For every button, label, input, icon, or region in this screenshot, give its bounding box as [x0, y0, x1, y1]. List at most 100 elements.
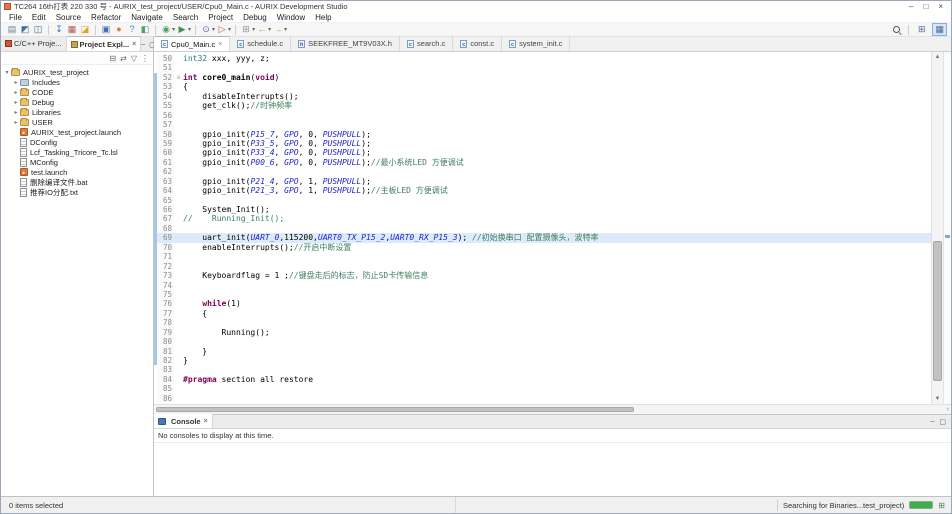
code-line-60[interactable]: 60 gpio_init(P33_4, GPO, 0, PUSHPULL);	[154, 148, 931, 157]
line-number[interactable]: 65	[157, 196, 174, 205]
menu-navigate[interactable]: Navigate	[127, 13, 167, 22]
code-line-86[interactable]: 86	[154, 394, 931, 403]
chevron-right-icon[interactable]: ▸	[12, 109, 20, 116]
fold-collapse-icon[interactable]: ⊖	[174, 73, 183, 82]
code-line-59[interactable]: 59 gpio_init(P33_5, GPO, 0, PUSHPULL);	[154, 139, 931, 148]
menu-file[interactable]: File	[5, 13, 26, 22]
scroll-up-icon[interactable]: ▲	[935, 52, 941, 62]
line-number[interactable]: 54	[157, 92, 174, 101]
new-file-icon[interactable]: ▤	[6, 24, 18, 35]
line-number[interactable]: 70	[157, 243, 174, 252]
debug-dropdown-icon[interactable]: ▾	[172, 26, 175, 33]
close-icon[interactable]: ×	[204, 418, 208, 425]
code-line-79[interactable]: 79 Running();	[154, 328, 931, 337]
menu-source[interactable]: Source	[52, 13, 85, 22]
code-line-54[interactable]: 54 disableInterrupts();	[154, 92, 931, 101]
menu-refactor[interactable]: Refactor	[87, 13, 125, 22]
minimize-view-icon[interactable]: –	[141, 41, 145, 49]
titlebar[interactable]: TC264 16th打表 220 330 号 - AURIX_test_proj…	[1, 1, 951, 12]
code-line-55[interactable]: 55 get_clk();//时钟频率	[154, 101, 931, 110]
line-number[interactable]: 61	[157, 158, 174, 167]
external-tools-dropdown-icon[interactable]: ▾	[228, 26, 231, 33]
code-line-58[interactable]: 58 gpio_init(P15_7, GPO, 0, PUSHPULL);	[154, 130, 931, 139]
tab-cpu0-main-c[interactable]: cCpu0_Main.c×	[154, 36, 230, 51]
line-number[interactable]: 82	[157, 356, 174, 365]
editor-vertical-scrollbar[interactable]: ▲ ▼	[931, 52, 943, 404]
line-number[interactable]: 76	[157, 299, 174, 308]
code-line-66[interactable]: 66 System_Init();	[154, 205, 931, 214]
tree-item-test-launch[interactable]: ▸test.launch	[1, 167, 153, 177]
editor-horizontal-scrollbar[interactable]: ›	[154, 404, 951, 414]
line-number[interactable]: 56	[157, 111, 174, 120]
code-line-85[interactable]: 85	[154, 384, 931, 393]
line-number[interactable]: 80	[157, 337, 174, 346]
code-line-84[interactable]: 84#pragma section all restore	[154, 375, 931, 384]
line-number[interactable]: 59	[157, 139, 174, 148]
line-number[interactable]: 78	[157, 318, 174, 327]
vscroll-thumb[interactable]	[933, 241, 942, 380]
line-number[interactable]: 72	[157, 262, 174, 271]
line-number[interactable]: 53	[157, 82, 174, 91]
code-line-73[interactable]: 73 Keyboardflag = 1 ;//键盘走后的标志，防止SD卡传输信息	[154, 271, 931, 280]
code-line-68[interactable]: 68	[154, 224, 931, 233]
code-line-50[interactable]: 50int32 xxx, yyy, z;	[154, 54, 931, 63]
build-config-icon[interactable]: ◪	[79, 24, 91, 35]
line-number[interactable]: 62	[157, 167, 174, 176]
filter-icon[interactable]: ▽	[131, 54, 137, 63]
progress-view-icon[interactable]: ⊞	[938, 501, 945, 510]
code-line-64[interactable]: 64 gpio_init(P21_3, GPO, 1, PUSHPULL);//…	[154, 186, 931, 195]
code-line-57[interactable]: 57	[154, 120, 931, 129]
chevron-down-icon[interactable]: ▾	[3, 69, 11, 76]
line-number[interactable]: 60	[157, 148, 174, 157]
line-number[interactable]: 79	[157, 328, 174, 337]
run-dropdown-icon[interactable]: ▾	[188, 26, 191, 33]
help-icon[interactable]: ?	[126, 24, 138, 35]
back-history-dropdown-icon[interactable]: ▾	[268, 26, 271, 33]
tab-search-c[interactable]: csearch.c	[400, 36, 453, 51]
tab-project-expl-[interactable]: Project Expl...×	[67, 36, 142, 51]
code-line-52[interactable]: 52⊖int core0_main(void)	[154, 73, 931, 82]
overview-ruler[interactable]	[943, 52, 951, 404]
code-area[interactable]: 50int32 xxx, yyy, z;5152⊖int core0_main(…	[154, 52, 931, 404]
flash-download-icon[interactable]: ↧	[53, 24, 65, 35]
line-number[interactable]: 55	[157, 101, 174, 110]
code-line-51[interactable]: 51	[154, 63, 931, 72]
close-icon[interactable]: ×	[938, 2, 943, 12]
profile-icon[interactable]: ⊙	[200, 24, 212, 35]
menu-help[interactable]: Help	[311, 13, 335, 22]
line-number[interactable]: 77	[157, 309, 174, 318]
tree-item-aurix-test-project-launch[interactable]: ▸AURIX_test_project.launch	[1, 127, 153, 137]
code-line-65[interactable]: 65	[154, 196, 931, 205]
tree-item-code[interactable]: ▸CODE	[1, 87, 153, 97]
code-line-76[interactable]: 76 while(1)	[154, 299, 931, 308]
code-line-56[interactable]: 56	[154, 111, 931, 120]
maximize-view-icon[interactable]: ▢	[939, 418, 946, 426]
line-number[interactable]: 81	[157, 347, 174, 356]
line-number[interactable]: 51	[157, 63, 174, 72]
chevron-right-icon[interactable]: ▸	[12, 99, 20, 106]
debug-icon[interactable]: ◉	[160, 24, 172, 35]
line-number[interactable]: 67	[157, 214, 174, 223]
code-line-53[interactable]: 53{	[154, 82, 931, 91]
terminal-icon[interactable]: ▣	[100, 24, 112, 35]
line-number[interactable]: 58	[157, 130, 174, 139]
line-number[interactable]: 69	[157, 233, 174, 242]
tree-item-aurix-test-project[interactable]: ▾AURIX_test_project	[1, 67, 153, 77]
code-line-70[interactable]: 70 enableInterrupts();//开启中断设置	[154, 243, 931, 252]
tree-item--bat[interactable]: 删除编译文件.bat	[1, 177, 153, 187]
code-line-74[interactable]: 74	[154, 281, 931, 290]
close-icon[interactable]: ×	[132, 41, 136, 48]
run-icon[interactable]: ▶	[176, 24, 188, 35]
external-tools-icon[interactable]: ▷	[216, 24, 228, 35]
tree-item--io-txt[interactable]: 推荐IO分配.txt	[1, 187, 153, 197]
line-number[interactable]: 50	[157, 54, 174, 63]
line-number[interactable]: 63	[157, 177, 174, 186]
save-icon[interactable]: ◩	[19, 24, 31, 35]
code-line-63[interactable]: 63 gpio_init(P21_4, GPO, 1, PUSHPULL);	[154, 177, 931, 186]
code-line-72[interactable]: 72	[154, 262, 931, 271]
line-number[interactable]: 83	[157, 365, 174, 374]
code-line-61[interactable]: 61 gpio_init(P00_6, GPO, 0, PUSHPULL);//…	[154, 158, 931, 167]
line-number[interactable]: 52	[157, 73, 174, 82]
code-line-81[interactable]: 81 }	[154, 347, 931, 356]
collapse-all-icon[interactable]: ⊟	[109, 54, 116, 63]
